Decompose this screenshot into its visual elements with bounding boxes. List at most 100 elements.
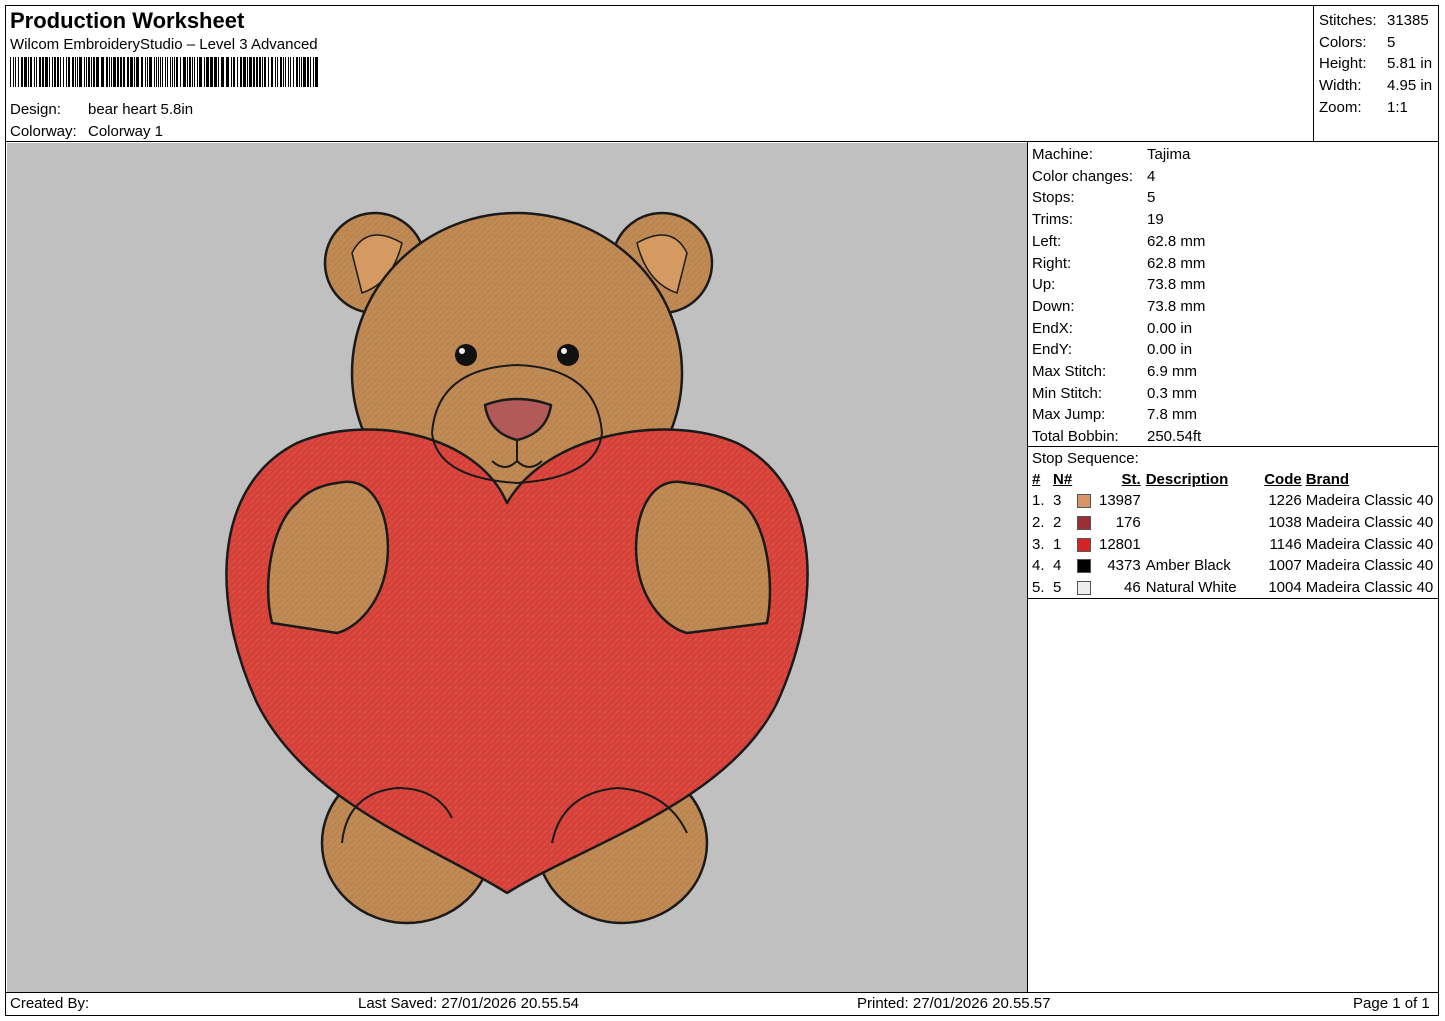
barcode-bar: [28, 57, 29, 87]
barcode-bar: [218, 57, 219, 87]
param-value: 7.8 mm: [1147, 406, 1198, 424]
row-brand: Madeira Classic 40: [1305, 557, 1434, 575]
col-header-description: Description: [1145, 471, 1229, 488]
row-stitches: 46: [1124, 579, 1141, 597]
color-swatch: [1077, 559, 1091, 574]
barcode-bar: [288, 57, 289, 87]
param-row: Max Stitch: 6.9 mm: [1032, 361, 1205, 383]
param-row: Left: 62.8 mm: [1032, 231, 1205, 253]
param-label: Down:: [1032, 297, 1075, 315]
colorway-label: Colorway:: [10, 122, 77, 140]
row-needle: 3: [1053, 492, 1062, 510]
row-description: [1141, 533, 1254, 555]
param-label: EndX:: [1032, 319, 1073, 337]
param-label: Trims:: [1032, 211, 1074, 229]
divider: [1028, 598, 1438, 599]
summary-value: 5.81 in: [1387, 55, 1433, 73]
barcode-bar: [237, 57, 238, 87]
barcode-bar: [271, 57, 273, 87]
row-stitches: 4373: [1107, 557, 1141, 575]
row-description: [1141, 512, 1254, 534]
design-row: Design: bear heart 5.8in: [10, 99, 193, 121]
design-label: Design:: [10, 101, 61, 118]
row-code: 1007: [1268, 557, 1302, 575]
barcode-bar: [156, 57, 157, 87]
param-row: Color changes: 4: [1032, 166, 1205, 188]
param-row: Min Stitch: 0.3 mm: [1032, 383, 1205, 405]
summary-value: 1:1: [1387, 98, 1408, 116]
barcode-bar: [109, 57, 110, 87]
summary-value: 31385: [1387, 12, 1429, 29]
param-value: 0.3 mm: [1147, 384, 1198, 402]
barcode-bar: [299, 57, 300, 87]
barcode-bar: [170, 57, 171, 87]
param-label: Max Stitch:: [1032, 363, 1107, 381]
stop-sequence-table: # N# St. Description Code Brand 1. 3 139…: [1032, 469, 1433, 598]
barcode-bar: [79, 57, 82, 87]
barcode-bar: [91, 57, 92, 87]
barcode-bar: [162, 57, 163, 87]
barcode-bar: [290, 57, 291, 87]
barcode-bar: [183, 57, 186, 87]
param-label: Up:: [1032, 276, 1056, 294]
param-label: EndY:: [1032, 341, 1073, 359]
summary-label: Stitches:: [1319, 12, 1377, 29]
table-row: 5. 5 46 Natural White 1004 Madeira Class…: [1032, 577, 1433, 599]
row-description: [1141, 490, 1254, 512]
barcode-bar: [301, 57, 302, 87]
footer-page-number: Page 1 of 1: [1353, 995, 1430, 1012]
barcode-bar: [264, 57, 266, 87]
barcode-bar: [231, 57, 232, 87]
barcode-bar: [88, 57, 90, 87]
color-swatch: [1077, 494, 1091, 509]
param-label: Machine:: [1032, 146, 1093, 163]
barcode-bar: [315, 57, 318, 87]
barcode-bar: [86, 57, 87, 87]
barcode-bar: [106, 57, 108, 87]
software-name: Wilcom EmbroideryStudio – Level 3 Advanc…: [10, 36, 318, 53]
summary-label: Zoom:: [1319, 98, 1362, 116]
barcode-bar: [247, 57, 248, 87]
divider: [1028, 446, 1438, 447]
barcode-bar: [24, 57, 27, 87]
barcode-bar: [243, 57, 246, 87]
summary-row: Zoom: 1:1: [1319, 97, 1432, 119]
barcode-bar: [310, 57, 311, 87]
barcode-bar: [296, 57, 298, 87]
barcode-bar: [214, 57, 217, 87]
barcode-bar: [57, 57, 59, 87]
param-label: Max Jump:: [1032, 406, 1106, 424]
summary-list: Stitches: 31385 Colors: 5 Height: 5.81 in W…: [1319, 10, 1432, 119]
param-row: Up: 73.8 mm: [1032, 274, 1205, 296]
col-header-code: Code: [1264, 471, 1302, 488]
param-value: 0.00 in: [1147, 341, 1193, 359]
barcode-bar: [303, 57, 306, 87]
divider: [5, 992, 1438, 993]
barcode-bar: [268, 57, 269, 87]
row-number: 2.: [1032, 514, 1045, 532]
param-row: Stops: 5: [1032, 187, 1205, 209]
col-header-number: #: [1032, 471, 1041, 488]
table-row: 3. 1 12801 1146 Madeira Classic 40: [1032, 533, 1433, 555]
param-label: Total Bobbin:: [1032, 428, 1119, 446]
col-header-stitches: St.: [1121, 471, 1141, 488]
param-row: Down: 73.8 mm: [1032, 296, 1205, 318]
summary-value: 5: [1387, 33, 1396, 51]
param-label: Stops:: [1032, 189, 1075, 207]
barcode-bar: [120, 57, 122, 87]
summary-row: Width: 4.95 in: [1319, 75, 1432, 97]
barcode-bar: [259, 57, 261, 87]
barcode-bar: [154, 57, 155, 87]
barcode-bar: [197, 57, 198, 87]
row-needle: 2: [1053, 514, 1062, 532]
row-brand: Madeira Classic 40: [1305, 492, 1434, 510]
barcode-bar: [49, 57, 50, 87]
barcode-bar: [10, 57, 11, 87]
barcode-bar: [174, 57, 175, 87]
param-row: Right: 62.8 mm: [1032, 253, 1205, 275]
row-stitches: 176: [1115, 514, 1141, 532]
barcode-bar: [15, 57, 16, 87]
barcode-bar: [262, 57, 263, 87]
barcode-bar: [145, 57, 146, 87]
summary-row: Colors: 5: [1319, 32, 1432, 54]
